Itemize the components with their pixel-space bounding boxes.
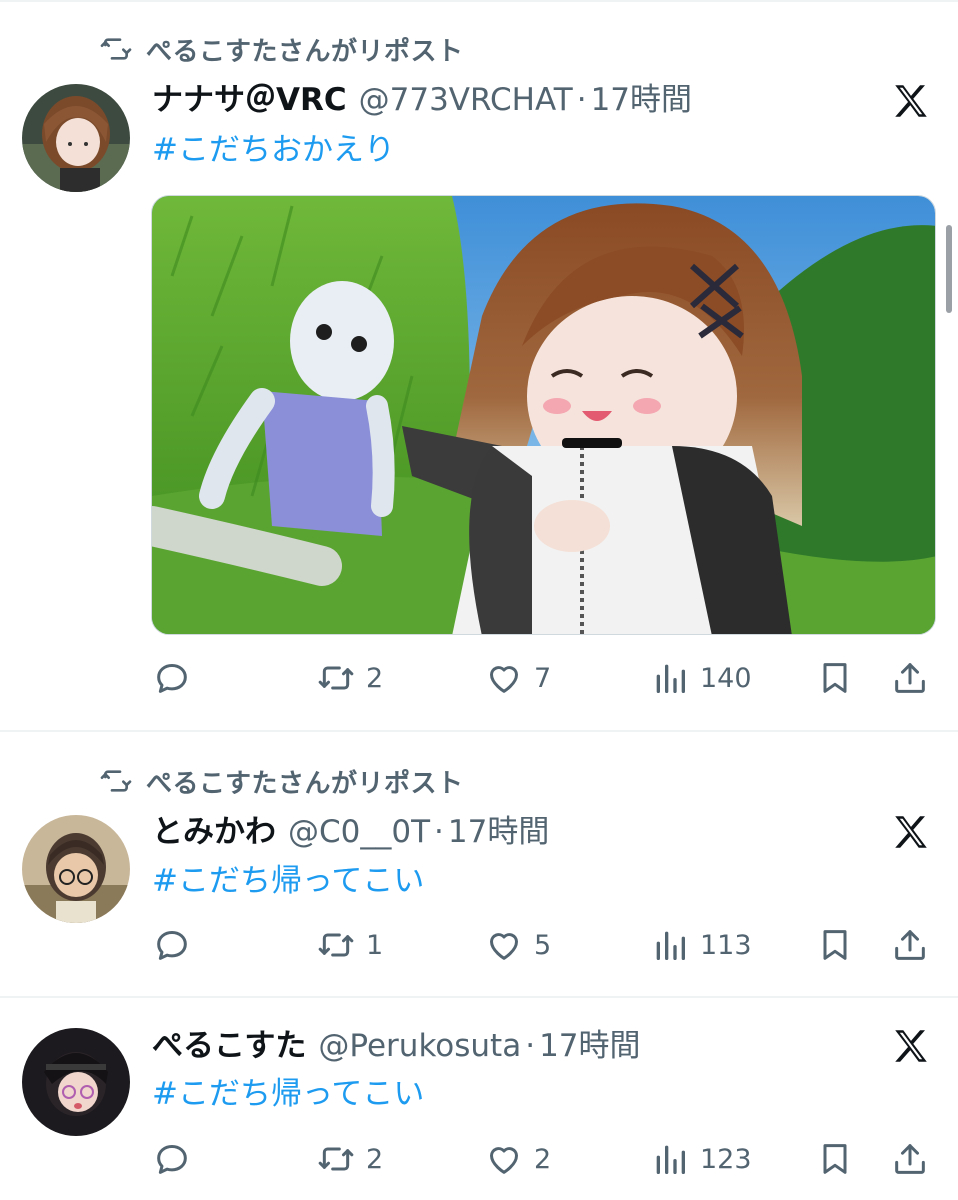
repost-button[interactable]: 2	[316, 656, 383, 700]
tweet-actions: 1 5 113	[0, 923, 958, 967]
tweet-actions: 2 2 123	[0, 1137, 958, 1181]
avatar-image	[22, 1028, 130, 1136]
share-icon	[895, 663, 925, 693]
repost-count: 2	[366, 1143, 384, 1175]
bookmark-button[interactable]	[815, 923, 855, 967]
hashtag-link[interactable]: #こだち帰ってこい	[152, 861, 424, 901]
like-count: 2	[534, 1143, 552, 1175]
reply-button[interactable]	[152, 656, 202, 700]
tweet-actions: 2 7 140	[0, 656, 958, 700]
timestamp[interactable]: 17時間	[539, 1026, 640, 1066]
hashtag-link[interactable]: #こだちおかえり	[152, 130, 395, 170]
user-handle[interactable]: @C0__0T	[288, 812, 430, 852]
views-button[interactable]: 113	[650, 923, 752, 967]
repost-icon	[318, 666, 354, 690]
like-icon	[490, 933, 518, 960]
views-icon	[656, 931, 685, 960]
share-button[interactable]	[890, 656, 930, 700]
views-icon	[656, 1145, 685, 1174]
scrollbar-thumb[interactable]	[946, 225, 952, 313]
bookmark-icon	[823, 663, 847, 693]
tweet-header: とみかわ @C0__0T · 17時間	[152, 812, 549, 852]
repost-count: 2	[366, 662, 384, 694]
display-name[interactable]: とみかわ	[152, 812, 276, 852]
like-button[interactable]: 7	[484, 656, 551, 700]
x-logo-icon[interactable]	[890, 1025, 932, 1067]
media-image[interactable]	[151, 195, 936, 635]
avatar[interactable]	[22, 815, 130, 923]
avatar-image	[22, 815, 130, 923]
bookmark-icon	[823, 1144, 847, 1174]
views-button[interactable]: 123	[650, 1137, 752, 1181]
repost-icon	[318, 1147, 354, 1171]
like-button[interactable]: 5	[484, 923, 551, 967]
reply-icon	[157, 931, 187, 960]
bookmark-button[interactable]	[815, 656, 855, 700]
display-name[interactable]: ナナサ＠VRC	[152, 80, 347, 120]
bookmark-button[interactable]	[815, 1137, 855, 1181]
repost-icon	[100, 38, 132, 60]
reply-button[interactable]	[152, 1137, 202, 1181]
display-name[interactable]: ぺるこすた	[152, 1026, 306, 1066]
tweet-divider	[0, 730, 958, 732]
like-count: 5	[534, 929, 552, 961]
separator-dot: ·	[525, 1028, 536, 1064]
repost-label: ぺるこすたさんがリポスト	[146, 768, 464, 799]
like-count: 7	[534, 662, 552, 694]
x-logo-icon[interactable]	[890, 811, 932, 853]
separator-dot: ·	[576, 82, 587, 118]
tweet-header: ぺるこすた @Perukosuta · 17時間	[152, 1026, 641, 1066]
repost-button[interactable]: 1	[316, 923, 383, 967]
repost-icon	[100, 770, 132, 792]
top-divider	[0, 0, 958, 2]
reply-icon	[157, 1145, 187, 1174]
repost-label: ぺるこすたさんがリポスト	[146, 36, 464, 67]
like-icon	[490, 1147, 518, 1174]
timestamp[interactable]: 17時間	[591, 80, 692, 120]
repost-indicator: ぺるこすたさんがリポスト	[100, 32, 464, 67]
avatar[interactable]	[22, 84, 130, 192]
reply-button[interactable]	[152, 923, 202, 967]
separator-dot: ·	[434, 814, 444, 850]
user-handle[interactable]: @773VRCHAT	[359, 80, 573, 120]
views-icon	[656, 664, 685, 693]
share-button[interactable]	[890, 1137, 930, 1181]
views-button[interactable]: 140	[650, 656, 752, 700]
repost-icon	[318, 933, 354, 957]
views-count: 123	[700, 1143, 752, 1175]
share-icon	[895, 930, 925, 960]
repost-button[interactable]: 2	[316, 1137, 383, 1181]
tweet-divider	[0, 996, 958, 998]
bookmark-icon	[823, 930, 847, 960]
share-icon	[895, 1144, 925, 1174]
like-button[interactable]: 2	[484, 1137, 551, 1181]
user-handle[interactable]: @Perukosuta	[318, 1026, 521, 1066]
share-button[interactable]	[890, 923, 930, 967]
views-count: 113	[700, 929, 752, 961]
avatar[interactable]	[22, 1028, 130, 1136]
avatar-image	[22, 84, 130, 192]
reply-icon	[157, 664, 187, 693]
repost-count: 1	[366, 929, 384, 961]
x-logo-icon[interactable]	[890, 80, 932, 122]
like-icon	[490, 666, 518, 693]
tweet-header: ナナサ＠VRC @773VRCHAT · 17時間	[152, 80, 692, 120]
timestamp[interactable]: 17時間	[448, 812, 549, 852]
repost-indicator: ぺるこすたさんがリポスト	[100, 764, 464, 799]
hashtag-link[interactable]: #こだち帰ってこい	[152, 1074, 424, 1114]
views-count: 140	[700, 662, 752, 694]
